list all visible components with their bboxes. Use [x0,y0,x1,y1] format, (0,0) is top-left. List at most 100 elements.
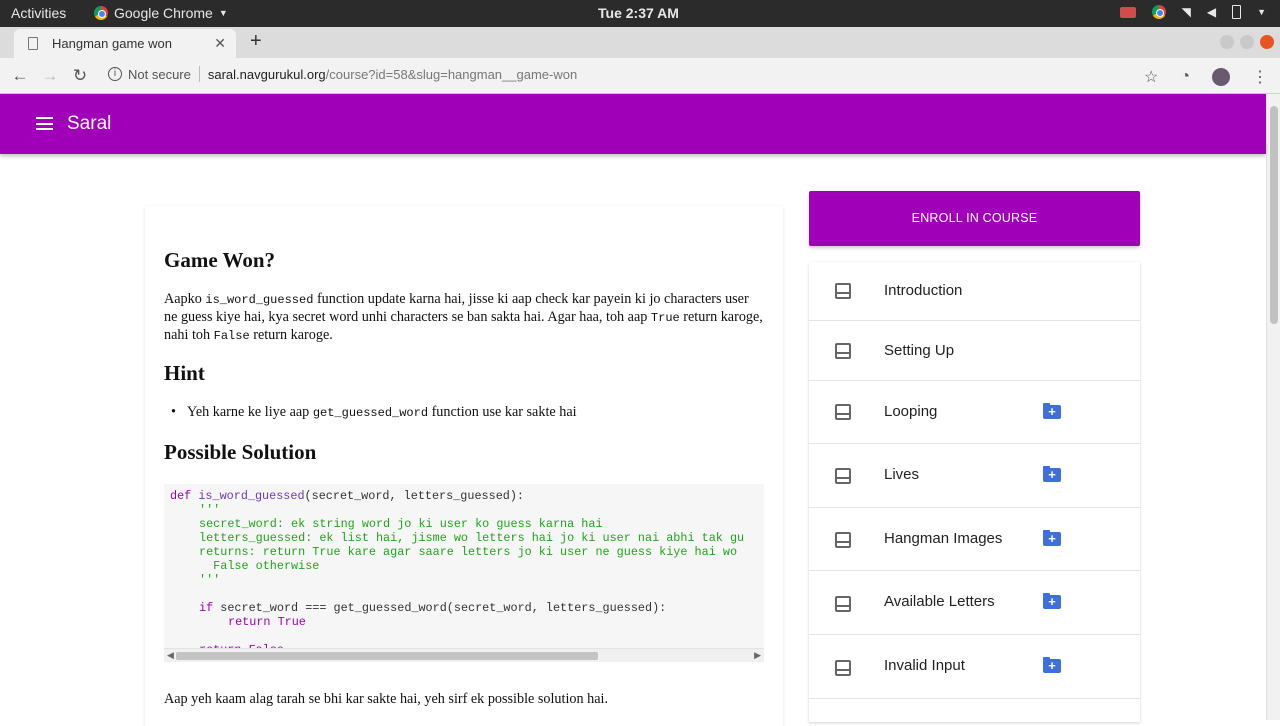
add-folder-icon[interactable]: + [1043,466,1061,482]
reload-icon[interactable]: ↻ [65,66,95,86]
exercise-label: Introduction [884,282,963,299]
code-keyword: return [228,615,271,629]
exercise-item-looping[interactable]: Looping + [809,381,1140,444]
chrome-icon [94,6,108,20]
heading-possible-solution: Possible Solution [164,440,317,464]
scrollbar-thumb[interactable] [1270,106,1278,324]
code-horizontal-scrollbar[interactable]: ◀ ▶ [164,648,764,662]
minimize-window-button[interactable] [1220,35,1234,49]
add-folder-icon[interactable]: + [1043,657,1061,673]
code-block[interactable]: def is_word_guessed(secret_word, letters… [164,484,764,662]
code-line: ''' [199,573,221,587]
app-menu[interactable]: Google Chrome ▼ [94,5,228,21]
code-line: secret_word: ek string word jo ki user k… [199,517,603,531]
window-controls [1220,35,1274,49]
code-function-name: is_word_guessed [198,489,305,503]
inbox-icon [835,283,851,299]
exercise-content-card: Game Won? Aapko is_word_guessed function… [145,206,783,726]
caret-down-icon: ▼ [218,8,228,18]
url-host[interactable]: saral.navgurukul.org [208,67,326,82]
inline-code: False [213,329,250,343]
exercise-item-hangman-images[interactable]: Hangman Images + [809,508,1140,571]
close-window-button[interactable] [1260,35,1274,49]
app-title[interactable]: Saral [67,113,111,135]
code-value: True [270,615,306,629]
omnibox[interactable]: i Not secure saral.navgurukul.org /cours… [108,66,577,82]
power-menu-icon: ▼ [1257,7,1266,17]
hamburger-menu-icon[interactable] [36,117,53,130]
volume-icon: ◀ [1206,5,1217,19]
info-icon[interactable]: i [108,67,122,81]
exercise-label: Available Letters [884,593,995,610]
closing-paragraph: Aap yeh kaam alag tarah se bhi kar sakte… [164,691,609,707]
enroll-in-course-button[interactable]: ENROLL IN COURSE [809,191,1140,246]
add-folder-icon[interactable]: + [1043,403,1061,419]
scroll-left-icon[interactable]: ◀ [167,650,174,661]
new-tab-button[interactable]: + [250,30,262,53]
page-scrollbar[interactable] [1266,94,1280,720]
add-folder-icon[interactable]: + [1043,593,1061,609]
description-paragraph: Aapko is_word_guessed function update ka… [164,291,764,345]
security-label[interactable]: Not secure [128,67,191,82]
inbox-icon [835,596,851,612]
browser-tab[interactable]: Hangman game won ✕ [14,29,236,58]
inbox-icon [835,343,851,359]
url-path[interactable]: /course?id=58&slug=hangman__game-won [326,67,578,82]
browser-toolbar: ← → ↻ i Not secure saral.navgurukul.org … [0,58,1280,94]
system-tray[interactable]: ◥ ◀ ▼ [1119,5,1266,19]
code-text: secret_word === get_guessed_word(secret_… [213,601,667,615]
inline-code: True [650,311,680,325]
code-line: False otherwise [199,559,320,573]
exercise-label: Invalid Input [884,657,965,674]
wifi-icon: ◥ [1181,5,1191,19]
heading-hint: Hint [164,361,205,385]
code-line: return True [228,615,306,629]
exercise-label: Setting Up [884,342,955,359]
code-scrollbar-thumb[interactable] [176,652,598,660]
text: Yeh karne ke liye aap [187,404,313,420]
code-keyword: if [199,601,214,615]
code-line: if secret_word === get_guessed_word(secr… [199,601,666,615]
system-top-bar: Activities Google Chrome ▼ Tue 2:37 AM ◥… [0,0,1280,27]
text: return karoge. [249,327,333,343]
code-line: def is_word_guessed(secret_word, letters… [170,489,524,503]
forward-arrow-icon[interactable]: → [35,66,65,86]
exercise-item-introduction[interactable]: Introduction [809,262,1140,321]
system-clock[interactable]: Tue 2:37 AM [598,5,679,21]
battery-icon [1232,5,1242,19]
add-folder-icon[interactable]: + [1043,530,1061,546]
heading-game-won: Game Won? [164,248,276,272]
exercise-label: Lives [884,466,920,483]
chrome-menu-icon[interactable]: ⋮ [1252,67,1268,87]
inbox-icon [835,468,851,484]
extension-icon[interactable]: ◔ [1180,68,1190,86]
exercise-item-invalid-input[interactable]: Invalid Input + [809,635,1140,699]
inbox-icon [835,404,851,420]
activities-button[interactable]: Activities [11,5,66,21]
close-tab-icon[interactable]: ✕ [214,35,226,52]
back-arrow-icon[interactable]: ← [5,66,35,86]
code-line: returns: return True kare agar saare let… [199,545,738,559]
browser-tab-strip: Hangman game won ✕ [0,27,1280,58]
exercise-item-available-letters[interactable]: Available Letters + [809,571,1140,635]
inbox-icon [835,532,851,548]
bookmark-star-icon[interactable]: ☆ [1144,67,1158,87]
inline-code: get_guessed_word [312,406,429,420]
exercise-item-lives[interactable]: Lives + [809,444,1140,508]
course-exercise-list: Introduction Setting Up Looping + Lives … [809,262,1140,722]
scroll-right-icon[interactable]: ▶ [754,650,761,661]
text: Aapko [164,291,206,307]
profile-avatar[interactable] [1212,68,1230,86]
code-text: (secret_word, letters_guessed): [304,489,525,503]
code-line: ''' [199,503,221,517]
page-icon [28,37,38,50]
text: function use kar sakte hai [428,404,577,420]
maximize-window-button[interactable] [1240,35,1254,49]
tab-title: Hangman game won [52,36,172,51]
exercise-label: Hangman Images [884,530,1003,547]
inline-code: is_word_guessed [205,293,314,307]
code-line: letters_guessed: ek list hai, jisme wo l… [199,531,745,545]
omnibox-divider [198,66,200,82]
toolbar-actions: ☆ ◔ ⋮ [1144,67,1268,87]
exercise-item-setting-up[interactable]: Setting Up [809,321,1140,381]
